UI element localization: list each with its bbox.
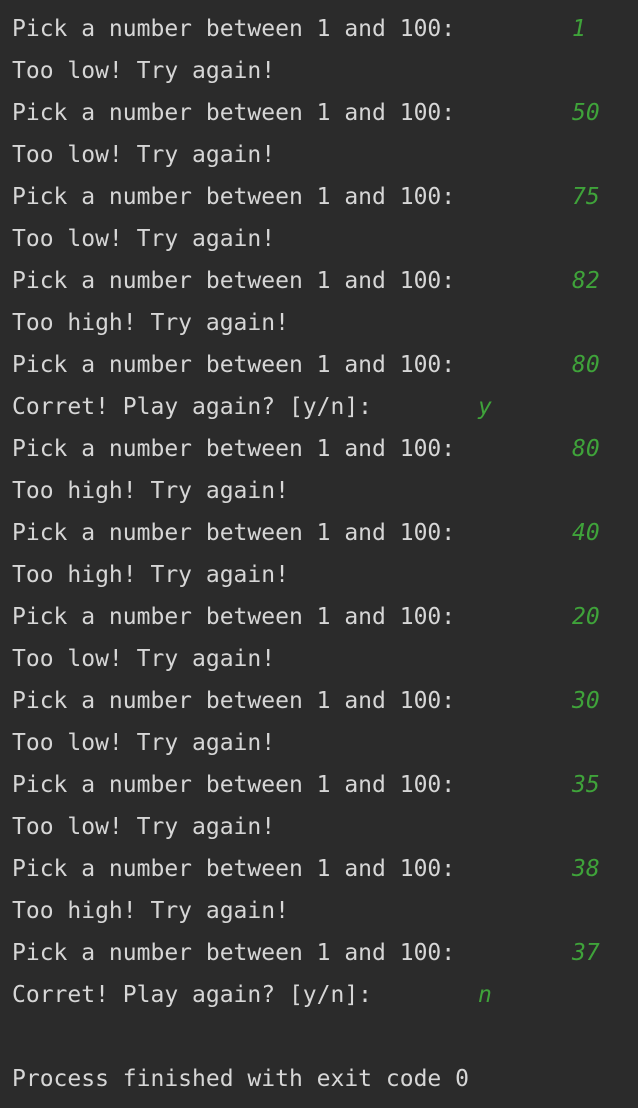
prompt-text: Pick a number between 1 and 100: <box>12 268 456 294</box>
console-line: Pick a number between 1 and 100: 38 <box>12 848 638 890</box>
prompt-text: Pick a number between 1 and 100: <box>12 100 456 126</box>
console-line: Too low! Try again! <box>12 638 638 680</box>
console-line: Corret! Play again? [y/n]: y <box>12 386 638 428</box>
user-guess: 80 <box>572 436 600 462</box>
console-line: Pick a number between 1 and 100: 35 <box>12 764 638 806</box>
output-text: Too low! Try again! <box>12 814 276 840</box>
console-line: Too high! Try again! <box>12 302 638 344</box>
console-line: Too high! Try again! <box>12 554 638 596</box>
prompt-text: Pick a number between 1 and 100: <box>12 772 456 798</box>
console-line: Pick a number between 1 and 100: 80 <box>12 344 638 386</box>
prompt-text: Pick a number between 1 and 100: <box>12 436 456 462</box>
prompt-text: Pick a number between 1 and 100: <box>12 16 456 42</box>
console-line: Pick a number between 1 and 100: 82 <box>12 260 638 302</box>
console-line: Pick a number between 1 and 100: 1 <box>12 8 638 50</box>
console-line: Too high! Try again! <box>12 470 638 512</box>
prompt-text: Pick a number between 1 and 100: <box>12 520 456 546</box>
prompt-text: Corret! Play again? [y/n]: <box>12 982 373 1008</box>
output-text: Too high! Try again! <box>12 898 289 924</box>
output-text: Process finished with exit code 0 <box>12 1066 469 1092</box>
console-line: Too low! Try again! <box>12 806 638 848</box>
user-answer: y <box>478 394 492 420</box>
output-text: Too high! Try again! <box>12 310 289 336</box>
user-answer: n <box>478 982 492 1008</box>
prompt-text: Pick a number between 1 and 100: <box>12 352 456 378</box>
user-guess: 30 <box>572 688 600 714</box>
user-guess: 38 <box>572 856 600 882</box>
console-line: Pick a number between 1 and 100: 40 <box>12 512 638 554</box>
console-line: Pick a number between 1 and 100: 80 <box>12 428 638 470</box>
console-output: Pick a number between 1 and 100: 1 Too low… <box>12 8 638 1100</box>
console-line: Too high! Try again! <box>12 890 638 932</box>
console-line: Too low! Try again! <box>12 50 638 92</box>
user-guess: 1 <box>572 16 586 42</box>
user-guess: 50 <box>572 100 600 126</box>
user-guess: 80 <box>572 352 600 378</box>
run-console[interactable]: Pick a number between 1 and 100: 1 Too low… <box>0 0 638 1108</box>
user-guess: 35 <box>572 772 600 798</box>
output-text: Too low! Try again! <box>12 646 276 672</box>
console-line: Too low! Try again! <box>12 218 638 260</box>
console-line: Pick a number between 1 and 100: 20 <box>12 596 638 638</box>
prompt-text: Pick a number between 1 and 100: <box>12 940 456 966</box>
prompt-text: Pick a number between 1 and 100: <box>12 184 456 210</box>
user-guess: 40 <box>572 520 600 546</box>
output-text: Too low! Try again! <box>12 730 276 756</box>
console-line: Pick a number between 1 and 100: 37 <box>12 932 638 974</box>
prompt-text: Pick a number between 1 and 100: <box>12 856 456 882</box>
prompt-text: Pick a number between 1 and 100: <box>12 604 456 630</box>
output-text: Too high! Try again! <box>12 562 289 588</box>
console-line: Too low! Try again! <box>12 722 638 764</box>
output-text: Too high! Try again! <box>12 478 289 504</box>
console-line: Too low! Try again! <box>12 134 638 176</box>
console-line: Process finished with exit code 0 <box>12 1058 638 1100</box>
output-text: Too low! Try again! <box>12 142 276 168</box>
console-line: Corret! Play again? [y/n]: n <box>12 974 638 1016</box>
user-guess: 37 <box>572 940 600 966</box>
prompt-text: Pick a number between 1 and 100: <box>12 688 456 714</box>
console-line: Pick a number between 1 and 100: 75 <box>12 176 638 218</box>
console-line: Pick a number between 1 and 100: 50 <box>12 92 638 134</box>
output-text: Too low! Try again! <box>12 58 276 84</box>
prompt-text: Corret! Play again? [y/n]: <box>12 394 373 420</box>
clipped-top-line <box>12 0 638 8</box>
user-guess: 82 <box>572 268 600 294</box>
console-line: Pick a number between 1 and 100: 30 <box>12 680 638 722</box>
user-guess: 75 <box>572 184 600 210</box>
output-text: Too low! Try again! <box>12 226 276 252</box>
user-guess: 20 <box>572 604 600 630</box>
